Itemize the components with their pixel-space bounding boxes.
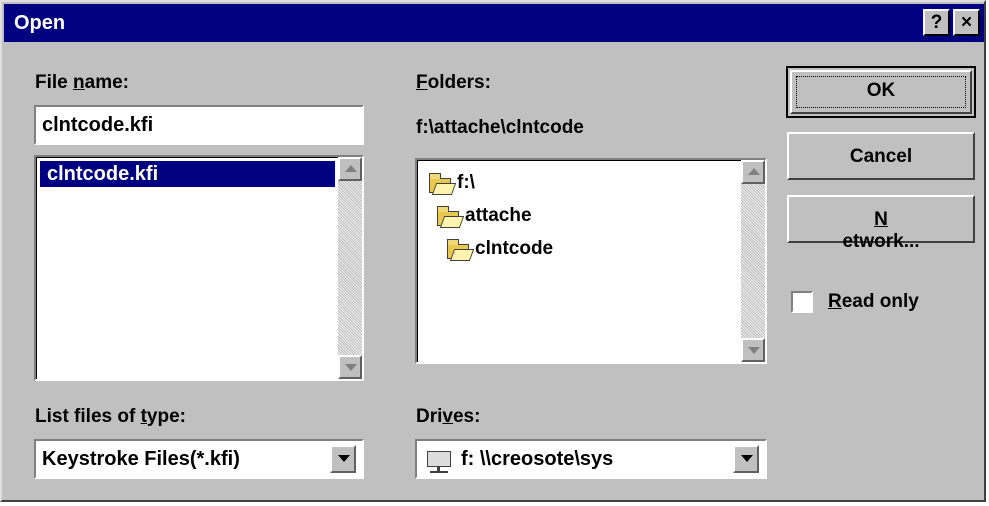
arrow-up-icon: [748, 168, 760, 175]
open-dialog: Open ? × File name: clntcode.kfi clntcod…: [0, 0, 986, 502]
scroll-down-button[interactable]: [741, 338, 765, 362]
chevron-down-icon: [741, 455, 753, 462]
help-button[interactable]: ?: [923, 9, 950, 36]
arrow-down-icon: [345, 364, 357, 371]
file-name-label: File name:: [35, 72, 129, 93]
tree-item-label: clntcode: [475, 238, 554, 259]
file-list[interactable]: clntcode.kfi: [34, 155, 364, 381]
close-button[interactable]: ×: [953, 9, 980, 36]
tree-item-label: attache: [465, 205, 532, 226]
file-type-label: List files of type:: [35, 406, 186, 427]
current-folder-path: f:\attache\clntcode: [416, 117, 584, 138]
network-button-label: Network...: [842, 209, 920, 252]
list-item-label: clntcode.kfi: [47, 163, 159, 185]
tree-item[interactable]: f:\: [429, 170, 729, 198]
drives-value: f: \\creosote\sys: [461, 448, 614, 470]
folder-tree[interactable]: f:\ attache clntcode: [415, 158, 767, 364]
folder-open-icon: [429, 173, 451, 193]
scroll-down-button[interactable]: [338, 355, 362, 379]
arrow-up-icon: [345, 165, 357, 172]
arrow-down-icon: [748, 347, 760, 354]
help-icon: ?: [930, 12, 943, 33]
file-name-input[interactable]: clntcode.kfi: [34, 105, 364, 145]
folder-open-icon: [447, 239, 469, 259]
network-drive-icon: [427, 451, 451, 473]
read-only-label[interactable]: Read only: [828, 291, 919, 313]
folder-open-icon: [437, 206, 459, 226]
drives-dropdown-button[interactable]: [733, 445, 759, 473]
file-type-dropdown-button[interactable]: [330, 445, 356, 473]
scroll-up-button[interactable]: [741, 160, 765, 184]
tree-item-label: f:\: [457, 172, 475, 193]
scroll-up-button[interactable]: [338, 157, 362, 181]
cancel-button[interactable]: Cancel: [787, 132, 975, 180]
read-only-checkbox[interactable]: [791, 291, 813, 313]
drives-select[interactable]: f: \\creosote\sys: [415, 439, 767, 479]
file-list-scrollbar[interactable]: [338, 157, 362, 379]
file-type-select[interactable]: Keystroke Files(*.kfi): [34, 439, 364, 479]
close-icon: ×: [960, 12, 973, 33]
title-bar[interactable]: Open ? ×: [4, 4, 984, 42]
dialog-title: Open: [14, 12, 66, 34]
folder-tree-scrollbar[interactable]: [741, 160, 765, 362]
tree-item[interactable]: clntcode: [447, 236, 727, 264]
file-type-value: Keystroke Files(*.kfi): [42, 448, 240, 470]
ok-button[interactable]: OK: [786, 66, 976, 118]
tree-item[interactable]: attache: [437, 203, 727, 231]
network-button[interactable]: Network...: [787, 195, 975, 252]
cancel-button-label: Cancel: [849, 146, 913, 167]
file-name-value: clntcode.kfi: [42, 114, 154, 136]
chevron-down-icon: [338, 455, 350, 462]
drives-label: Drives:: [416, 406, 481, 427]
list-item[interactable]: clntcode.kfi: [40, 161, 335, 187]
folders-label: Folders:: [416, 72, 491, 93]
